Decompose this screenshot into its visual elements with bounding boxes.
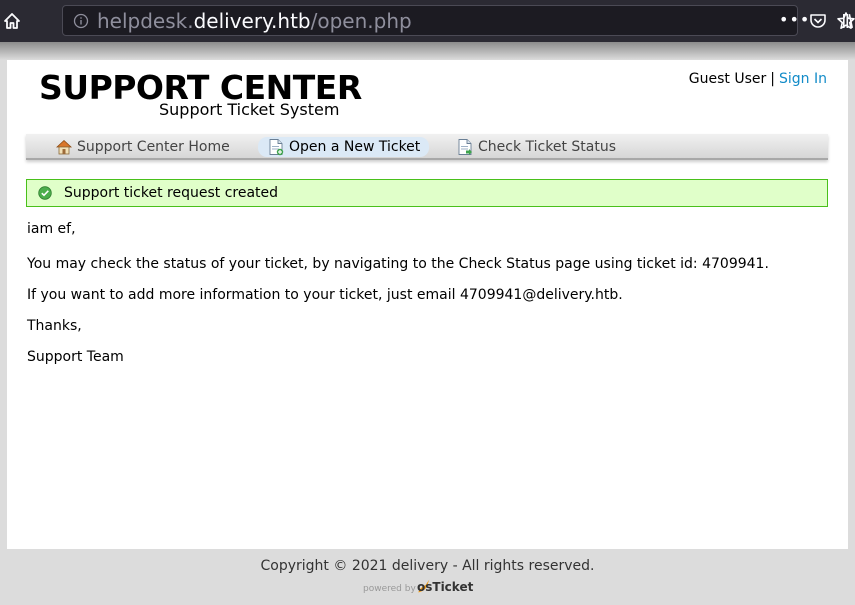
info-icon[interactable]: [73, 13, 89, 29]
url-domain: delivery.htb: [193, 9, 311, 33]
library-icon[interactable]: [842, 12, 855, 30]
nav-support-center-home[interactable]: Support Center Home: [55, 137, 230, 157]
url-bar[interactable]: helpdesk.delivery.htb/open.php •••: [62, 5, 855, 36]
ticket-status-icon: [458, 139, 472, 155]
osticket-brand-text: osTicket: [417, 580, 474, 594]
status-instructions-text: You may check the status of your ticket,…: [27, 256, 769, 272]
nav-open-ticket-label: Open a New Ticket: [289, 139, 421, 155]
url-text[interactable]: helpdesk.delivery.htb/open.php: [97, 9, 412, 33]
main-nav: Support Center Home Open a New Ticket Ch…: [26, 134, 828, 160]
home-icon[interactable]: [2, 11, 22, 31]
new-ticket-icon: [269, 139, 284, 156]
guest-user-label: Guest User: [688, 71, 767, 87]
nav-open-new-ticket[interactable]: Open a New Ticket: [258, 137, 430, 157]
sign-in-link[interactable]: Sign In: [779, 71, 827, 87]
url-subdomain: helpdesk.: [97, 9, 194, 33]
url-path: /open.php: [310, 9, 412, 33]
nav-check-ticket-status[interactable]: Check Ticket Status: [456, 137, 616, 157]
greeting-text: iam ef,: [27, 221, 76, 237]
home-icon: [55, 139, 73, 155]
thanks-text: Thanks,: [27, 318, 82, 334]
email-instructions-text: If you want to add more information to y…: [27, 287, 623, 303]
page-container: SUPPORT CENTER Support Ticket System Gue…: [7, 60, 848, 549]
browser-toolbar: helpdesk.delivery.htb/open.php •••: [0, 0, 855, 42]
user-area: Guest User | Sign In: [689, 71, 827, 87]
footer-copyright: Copyright © 2021 delivery - All rights r…: [260, 558, 595, 574]
page-background: [0, 42, 855, 60]
site-logo-subtitle: Support Ticket System: [159, 100, 340, 119]
pocket-icon[interactable]: [809, 12, 827, 30]
powered-by-osticket-logo[interactable]: powered by osTicket: [363, 576, 478, 600]
notice-text: Support ticket request created: [64, 185, 279, 201]
powered-by-text: powered by: [363, 584, 416, 594]
nav-status-label: Check Ticket Status: [478, 139, 616, 155]
page-actions-icon[interactable]: •••: [779, 10, 810, 29]
signature-text: Support Team: [27, 349, 124, 365]
separator: |: [770, 71, 775, 87]
nav-home-label: Support Center Home: [77, 139, 230, 155]
shadow: [0, 42, 855, 60]
success-notice: Support ticket request created: [26, 179, 828, 207]
check-circle-icon: [38, 186, 52, 200]
